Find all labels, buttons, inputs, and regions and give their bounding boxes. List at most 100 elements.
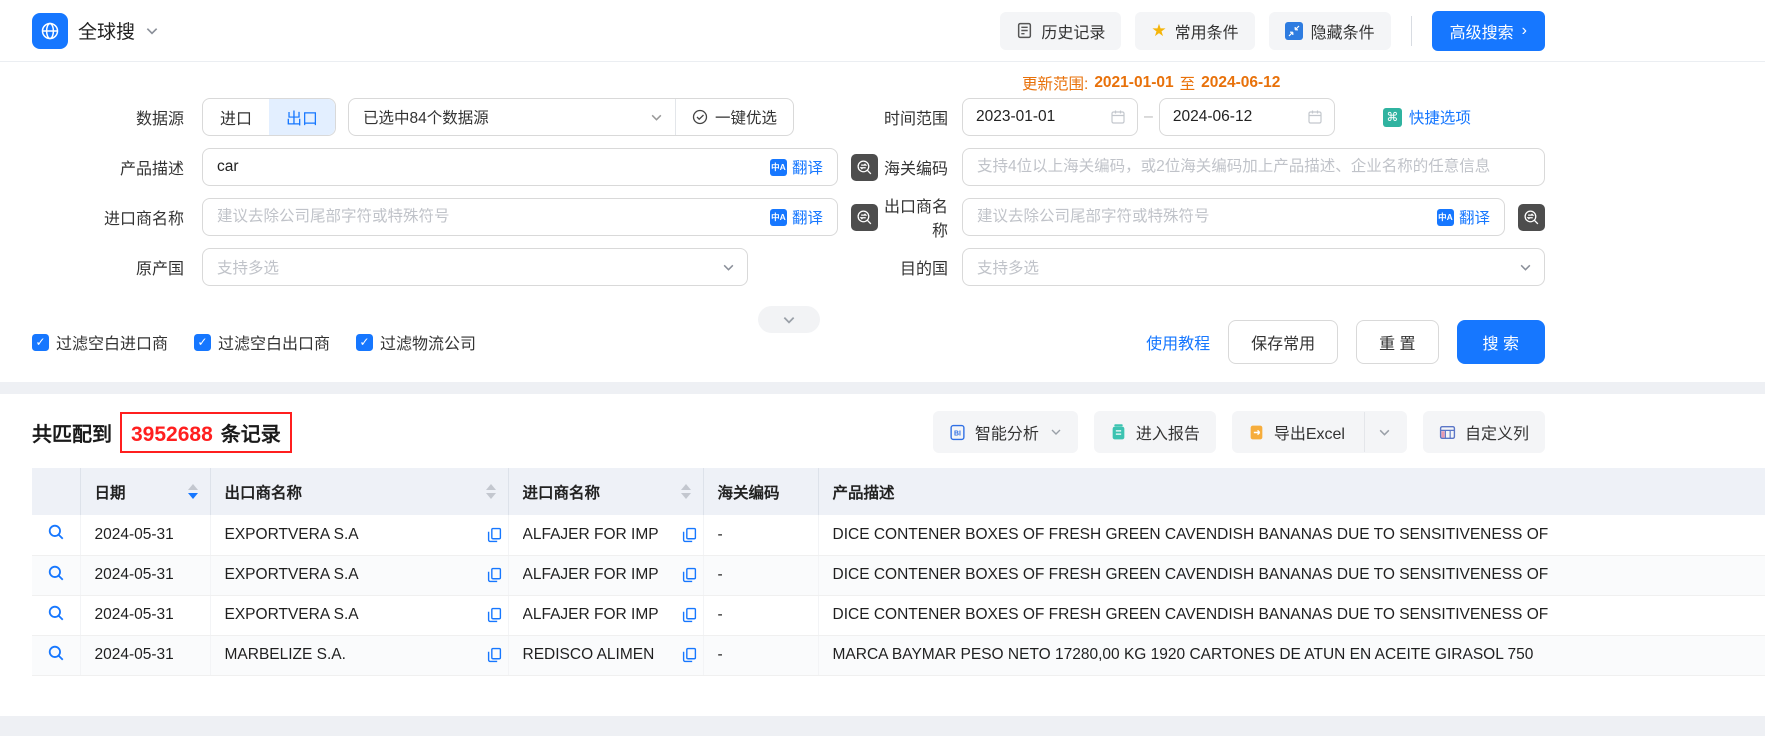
exporter-cell: MARBELIZE S.A. — [210, 635, 508, 675]
date-column-header[interactable]: 日期 — [80, 468, 210, 515]
copy-icon[interactable] — [487, 647, 502, 663]
importer-name: ALFAJER FOR IMP — [523, 566, 659, 584]
importer-input[interactable] — [203, 199, 837, 235]
importer-cell: ALFAJER FOR IMP — [508, 595, 703, 635]
origin-country-select[interactable]: 支持多选 — [202, 248, 748, 286]
checkbox-checked-icon: ✓ — [32, 334, 49, 351]
origin-placeholder: 支持多选 — [217, 256, 279, 278]
importer-name: ALFAJER FOR IMP — [523, 606, 659, 624]
hs-code-input[interactable] — [962, 148, 1545, 186]
fuzzy-match-icon-button[interactable] — [1518, 204, 1545, 231]
import-tab[interactable]: 进口 — [203, 99, 269, 135]
export-icon — [1248, 424, 1265, 441]
data-source-select[interactable]: 已选中84个数据源 一键优选 — [348, 98, 794, 136]
copy-icon[interactable] — [487, 567, 502, 583]
dest-country-select[interactable]: 支持多选 — [962, 248, 1545, 286]
history-button[interactable]: 历史记录 — [1000, 12, 1121, 50]
table-row: 2024-05-31 EXPORTVERA S.A ALFAJER FOR IM… — [32, 595, 1765, 635]
checkbox-checked-icon: ✓ — [356, 334, 373, 351]
enter-report-button[interactable]: 进入报告 — [1094, 411, 1216, 453]
fuzzy-match-icon-button[interactable] — [851, 204, 878, 231]
description-header-label: 产品描述 — [833, 485, 895, 502]
chevron-down-icon — [722, 261, 735, 274]
table-header-row: 日期 出口商名称 进口商名称 — [32, 468, 1765, 515]
time-range-label: 时间范围 — [878, 105, 962, 129]
sort-icons — [188, 484, 198, 499]
translate-button[interactable]: 中A 翻译 — [770, 149, 823, 185]
translate-button[interactable]: 中A 翻译 — [1437, 199, 1490, 235]
quick-options-button[interactable]: ⌘ 快捷选项 — [1383, 106, 1471, 128]
date-cell: 2024-05-31 — [80, 515, 210, 555]
exporter-name: EXPORTVERA S.A — [225, 566, 359, 584]
favorites-label: 常用条件 — [1175, 19, 1239, 43]
export-excel-label: 导出Excel — [1274, 420, 1345, 444]
hide-conditions-button[interactable]: 隐藏条件 — [1269, 12, 1391, 50]
table-row: 2024-05-31 EXPORTVERA S.A ALFAJER FOR IM… — [32, 555, 1765, 595]
collapse-form-button[interactable] — [758, 306, 820, 333]
start-date-input[interactable]: 2023-01-01 — [962, 98, 1138, 136]
view-detail-icon[interactable] — [47, 644, 65, 662]
quick-options-label: 快捷选项 — [1409, 106, 1471, 128]
favorites-button[interactable]: ★ 常用条件 — [1135, 12, 1254, 50]
view-detail-icon[interactable] — [47, 564, 65, 582]
reset-button[interactable]: 重 置 — [1356, 320, 1438, 364]
filter-label: 过滤空白出口商 — [218, 330, 330, 354]
filter-label: 过滤物流公司 — [380, 330, 476, 354]
smart-analysis-button[interactable]: BI 智能分析 — [933, 411, 1078, 453]
product-desc-input[interactable] — [203, 149, 837, 185]
copy-icon[interactable] — [487, 607, 502, 623]
custom-columns-label: 自定义列 — [1465, 420, 1529, 444]
view-detail-icon[interactable] — [47, 523, 65, 541]
importer-column-header[interactable]: 进口商名称 — [508, 468, 703, 515]
importer-label: 进口商名称 — [32, 205, 202, 229]
export-options-chevron[interactable] — [1378, 426, 1391, 439]
advanced-search-label: 高级搜索 — [1450, 19, 1514, 43]
tutorial-link[interactable]: 使用教程 — [1146, 330, 1210, 354]
translate-icon: 中A — [770, 159, 787, 176]
filter-logistics-checkbox[interactable]: ✓ 过滤物流公司 — [356, 330, 476, 354]
data-source-selected: 已选中84个数据源 — [349, 106, 638, 128]
filter-blank-exporter-checkbox[interactable]: ✓ 过滤空白出口商 — [194, 330, 330, 354]
chevron-down-icon — [638, 111, 675, 124]
dest-placeholder: 支持多选 — [977, 256, 1039, 278]
highlight-annotation-box: 3952688 条记录 — [120, 412, 292, 453]
export-excel-button[interactable]: 导出Excel — [1232, 411, 1407, 453]
fuzzy-match-icon-button[interactable] — [851, 154, 878, 181]
exporter-row: 出口商名称 中A 翻译 — [878, 198, 1545, 236]
date-cell: 2024-05-31 — [80, 555, 210, 595]
exporter-cell: EXPORTVERA S.A — [210, 515, 508, 555]
view-detail-icon[interactable] — [47, 604, 65, 622]
save-common-button[interactable]: 保存常用 — [1228, 320, 1338, 364]
bi-analysis-icon: BI — [949, 424, 966, 441]
copy-icon[interactable] — [487, 527, 502, 543]
data-source-label: 数据源 — [32, 105, 202, 129]
hs-code-cell: - — [703, 515, 818, 555]
origin-country-row: 原产国 支持多选 — [32, 248, 878, 286]
update-range-start: 2021-01-01 — [1094, 74, 1173, 92]
copy-icon[interactable] — [682, 607, 697, 623]
update-range: 更新范围: 2021-01-01 至 2024-06-12 — [878, 68, 1545, 98]
one-click-optimize-button[interactable]: 一键优选 — [676, 106, 793, 128]
exporter-name: EXPORTVERA S.A — [225, 526, 359, 544]
dest-country-label: 目的国 — [878, 255, 962, 279]
translate-button[interactable]: 中A 翻译 — [770, 199, 823, 235]
end-date-input[interactable]: 2024-06-12 — [1159, 98, 1335, 136]
search-form: 数据源 进口 出口 已选中84个数据源 一键优选 — [0, 62, 1765, 382]
exporter-column-header[interactable]: 出口商名称 — [210, 468, 508, 515]
checkbox-checked-icon: ✓ — [194, 334, 211, 351]
chevron-down-icon — [782, 313, 796, 327]
translate-label: 翻译 — [792, 156, 823, 178]
custom-columns-button[interactable]: 自定义列 — [1423, 411, 1545, 453]
exporter-input[interactable] — [963, 199, 1504, 235]
filter-blank-importer-checkbox[interactable]: ✓ 过滤空白进口商 — [32, 330, 168, 354]
advanced-search-button[interactable]: 高级搜索 › — [1432, 11, 1545, 51]
copy-icon[interactable] — [682, 527, 697, 543]
match-count-line: 共匹配到 3952688 条记录 — [32, 412, 292, 453]
copy-icon[interactable] — [682, 647, 697, 663]
exporter-cell: EXPORTVERA S.A — [210, 595, 508, 635]
export-tab[interactable]: 出口 — [269, 99, 335, 135]
app-switcher[interactable]: 全球搜 — [32, 13, 159, 49]
svg-text:BI: BI — [954, 430, 961, 437]
copy-icon[interactable] — [682, 567, 697, 583]
search-button[interactable]: 搜 索 — [1457, 320, 1545, 364]
